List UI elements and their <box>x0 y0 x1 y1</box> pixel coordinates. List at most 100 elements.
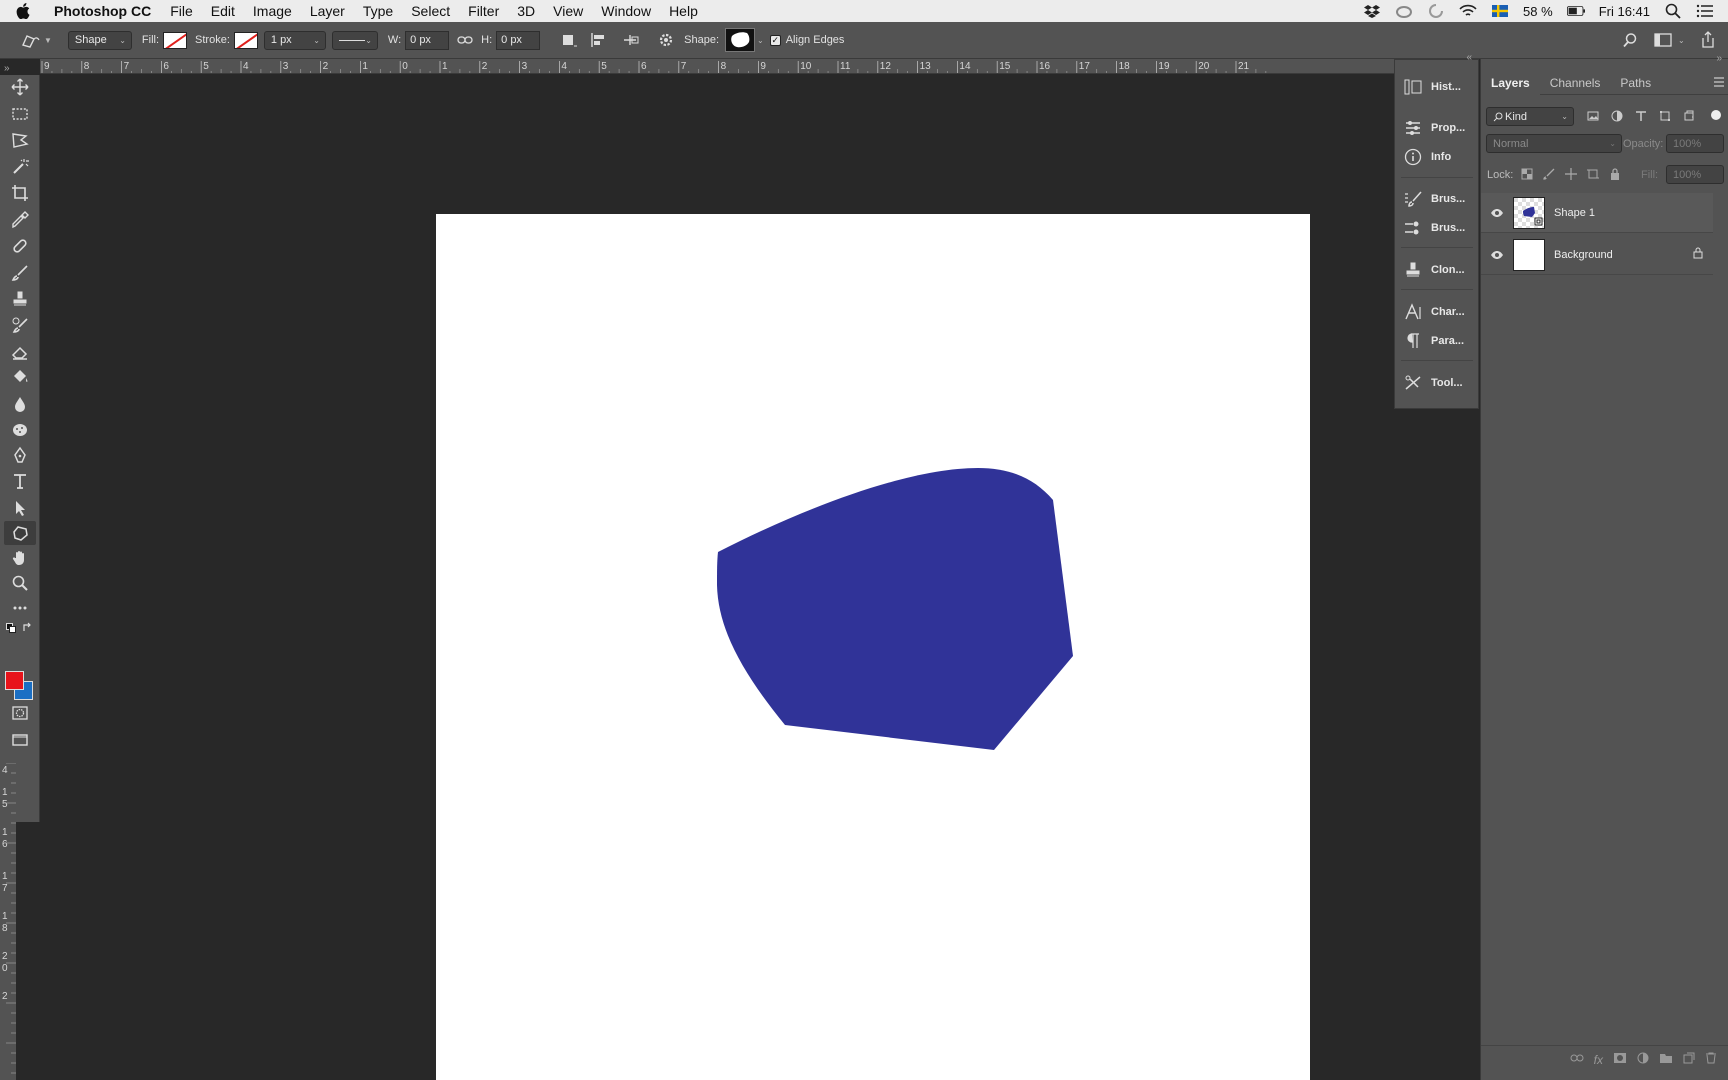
type-tool[interactable] <box>4 469 36 493</box>
sync-icon[interactable] <box>1427 4 1445 18</box>
magic-wand-tool[interactable] <box>4 155 36 179</box>
link-layers-icon[interactable] <box>1570 1053 1584 1066</box>
path-alignment-icon[interactable] <box>590 29 608 51</box>
path-operations-icon[interactable] <box>560 29 578 51</box>
tab-layers[interactable]: Layers <box>1481 70 1540 95</box>
layer-style-fx-icon[interactable]: fx <box>1594 1053 1603 1067</box>
collapse-toolbar-icon[interactable]: » <box>4 63 10 74</box>
panel-menu-icon[interactable] <box>1713 77 1725 90</box>
layer-name-shape-1[interactable]: Shape 1 <box>1554 207 1595 219</box>
horizontal-ruler[interactable]: 9 8 7 6 5 4 3 2 1 0 1 2 3 4 5 6 7 8 9 10 11 12 13 14 15 16 17 18 19 2… <box>40 59 1394 74</box>
menu-view[interactable]: View <box>544 3 592 19</box>
menu-3d[interactable]: 3D <box>508 3 544 19</box>
new-group-icon[interactable] <box>1659 1052 1673 1067</box>
filter-adjustment-icon[interactable] <box>1611 110 1623 125</box>
search-icon[interactable] <box>1622 29 1638 51</box>
quick-mask-button[interactable] <box>4 701 36 725</box>
dock-clone-source[interactable]: Clon... <box>1395 256 1480 284</box>
menu-window[interactable]: Window <box>592 3 660 19</box>
dock-properties[interactable]: Prop... <box>1395 114 1480 142</box>
layer-row-background[interactable]: Background <box>1481 235 1713 275</box>
swap-colors-icon[interactable] <box>22 622 33 636</box>
dropbox-icon[interactable] <box>1363 4 1381 18</box>
clock[interactable]: Fri 16:41 <box>1599 4 1650 19</box>
visibility-eye-icon[interactable] <box>1481 250 1513 260</box>
opacity-field[interactable]: 100% <box>1666 134 1724 153</box>
healing-brush-tool[interactable] <box>4 234 36 258</box>
fill-field[interactable]: 100% <box>1666 165 1724 184</box>
app-name-menu[interactable]: Photoshop CC <box>46 3 161 19</box>
tool-preset-picker[interactable]: ▼ <box>20 29 52 51</box>
path-selection-tool[interactable] <box>4 496 36 520</box>
link-dimensions-icon[interactable] <box>457 29 473 51</box>
battery-icon[interactable] <box>1566 4 1585 18</box>
zoom-tool[interactable] <box>4 571 36 595</box>
menu-layer[interactable]: Layer <box>301 3 354 19</box>
stroke-type-dropdown[interactable]: ⌄ <box>331 30 378 50</box>
height-field[interactable]: 0 px <box>496 30 541 50</box>
blend-mode-dropdown[interactable]: Normal ⌄ <box>1486 134 1622 153</box>
fill-swatch[interactable] <box>163 29 188 51</box>
path-arrangement-icon[interactable] <box>620 29 640 51</box>
dock-info[interactable]: Info <box>1395 143 1480 171</box>
lock-all-icon[interactable] <box>1609 168 1621 183</box>
stroke-width-dropdown[interactable]: 1 px ⌄ <box>263 30 326 50</box>
tab-channels[interactable]: Channels <box>1540 71 1611 95</box>
filter-pixel-icon[interactable] <box>1587 110 1599 125</box>
brush-tool[interactable] <box>4 261 36 285</box>
wifi-icon[interactable] <box>1459 4 1477 18</box>
hand-tool[interactable] <box>4 546 36 570</box>
screen-mode-button[interactable] <box>4 728 36 752</box>
visibility-eye-icon[interactable] <box>1481 208 1513 218</box>
filter-shape-icon[interactable] <box>1659 110 1671 125</box>
layer-name-background[interactable]: Background <box>1554 249 1613 261</box>
filter-kind-dropdown[interactable]: Kind ⌄ <box>1486 107 1574 126</box>
filter-type-icon[interactable] <box>1635 110 1647 125</box>
layer-row-shape-1[interactable]: Shape 1 <box>1481 193 1713 233</box>
mode-dropdown[interactable]: Shape ⌄ <box>67 30 132 50</box>
notification-center-icon[interactable] <box>1696 4 1714 18</box>
lock-artboard-icon[interactable] <box>1587 168 1599 183</box>
align-edges-checkbox[interactable]: ✓ Align Edges <box>769 29 844 51</box>
spotlight-search-icon[interactable] <box>1664 3 1682 19</box>
filter-smart-object-icon[interactable] <box>1683 110 1695 125</box>
collapse-panel-icon[interactable]: » <box>1716 53 1722 64</box>
lock-image-icon[interactable] <box>1543 168 1555 183</box>
canvas-area[interactable] <box>40 74 1394 1080</box>
menu-select[interactable]: Select <box>402 3 459 19</box>
dodge-tool[interactable] <box>4 418 36 442</box>
background-layer-thumbnail[interactable] <box>1513 238 1545 271</box>
dock-paragraph[interactable]: Para... <box>1395 327 1480 355</box>
workspace-switcher[interactable]: ⌄ <box>1654 29 1685 51</box>
adjustment-layer-icon[interactable] <box>1637 1052 1649 1067</box>
swedish-flag-icon[interactable] <box>1491 4 1509 18</box>
pen-tool[interactable] <box>4 443 36 467</box>
crop-tool[interactable] <box>4 181 36 205</box>
width-field[interactable]: 0 px <box>405 30 450 50</box>
share-icon[interactable] <box>1700 29 1716 51</box>
dock-brushes[interactable]: Brus... <box>1395 214 1480 242</box>
history-brush-tool[interactable] <box>4 314 36 338</box>
clone-stamp-tool[interactable] <box>4 287 36 311</box>
lock-position-icon[interactable] <box>1565 168 1577 183</box>
menu-filter[interactable]: Filter <box>459 3 508 19</box>
expand-panels-icon[interactable]: « <box>1466 52 1472 63</box>
marquee-tool[interactable] <box>4 102 36 126</box>
blur-tool[interactable] <box>4 392 36 416</box>
document-canvas[interactable] <box>436 214 1310 1080</box>
move-tool[interactable] <box>4 75 36 99</box>
dock-tool-presets[interactable]: Tool... <box>1395 369 1480 397</box>
menu-edit[interactable]: Edit <box>202 3 244 19</box>
lock-transparent-icon[interactable] <box>1521 168 1533 183</box>
delete-layer-icon[interactable] <box>1705 1052 1717 1067</box>
shape-picker[interactable]: ⌄ <box>725 28 764 52</box>
menu-help[interactable]: Help <box>660 3 707 19</box>
lasso-tool[interactable] <box>4 128 36 152</box>
menu-file[interactable]: File <box>161 3 202 19</box>
tab-paths[interactable]: Paths <box>1610 71 1661 95</box>
settings-gear-icon[interactable] <box>658 29 674 51</box>
add-mask-icon[interactable] <box>1613 1052 1627 1067</box>
eraser-tool[interactable] <box>4 340 36 364</box>
menu-image[interactable]: Image <box>244 3 301 19</box>
creative-cloud-icon[interactable] <box>1395 4 1413 18</box>
